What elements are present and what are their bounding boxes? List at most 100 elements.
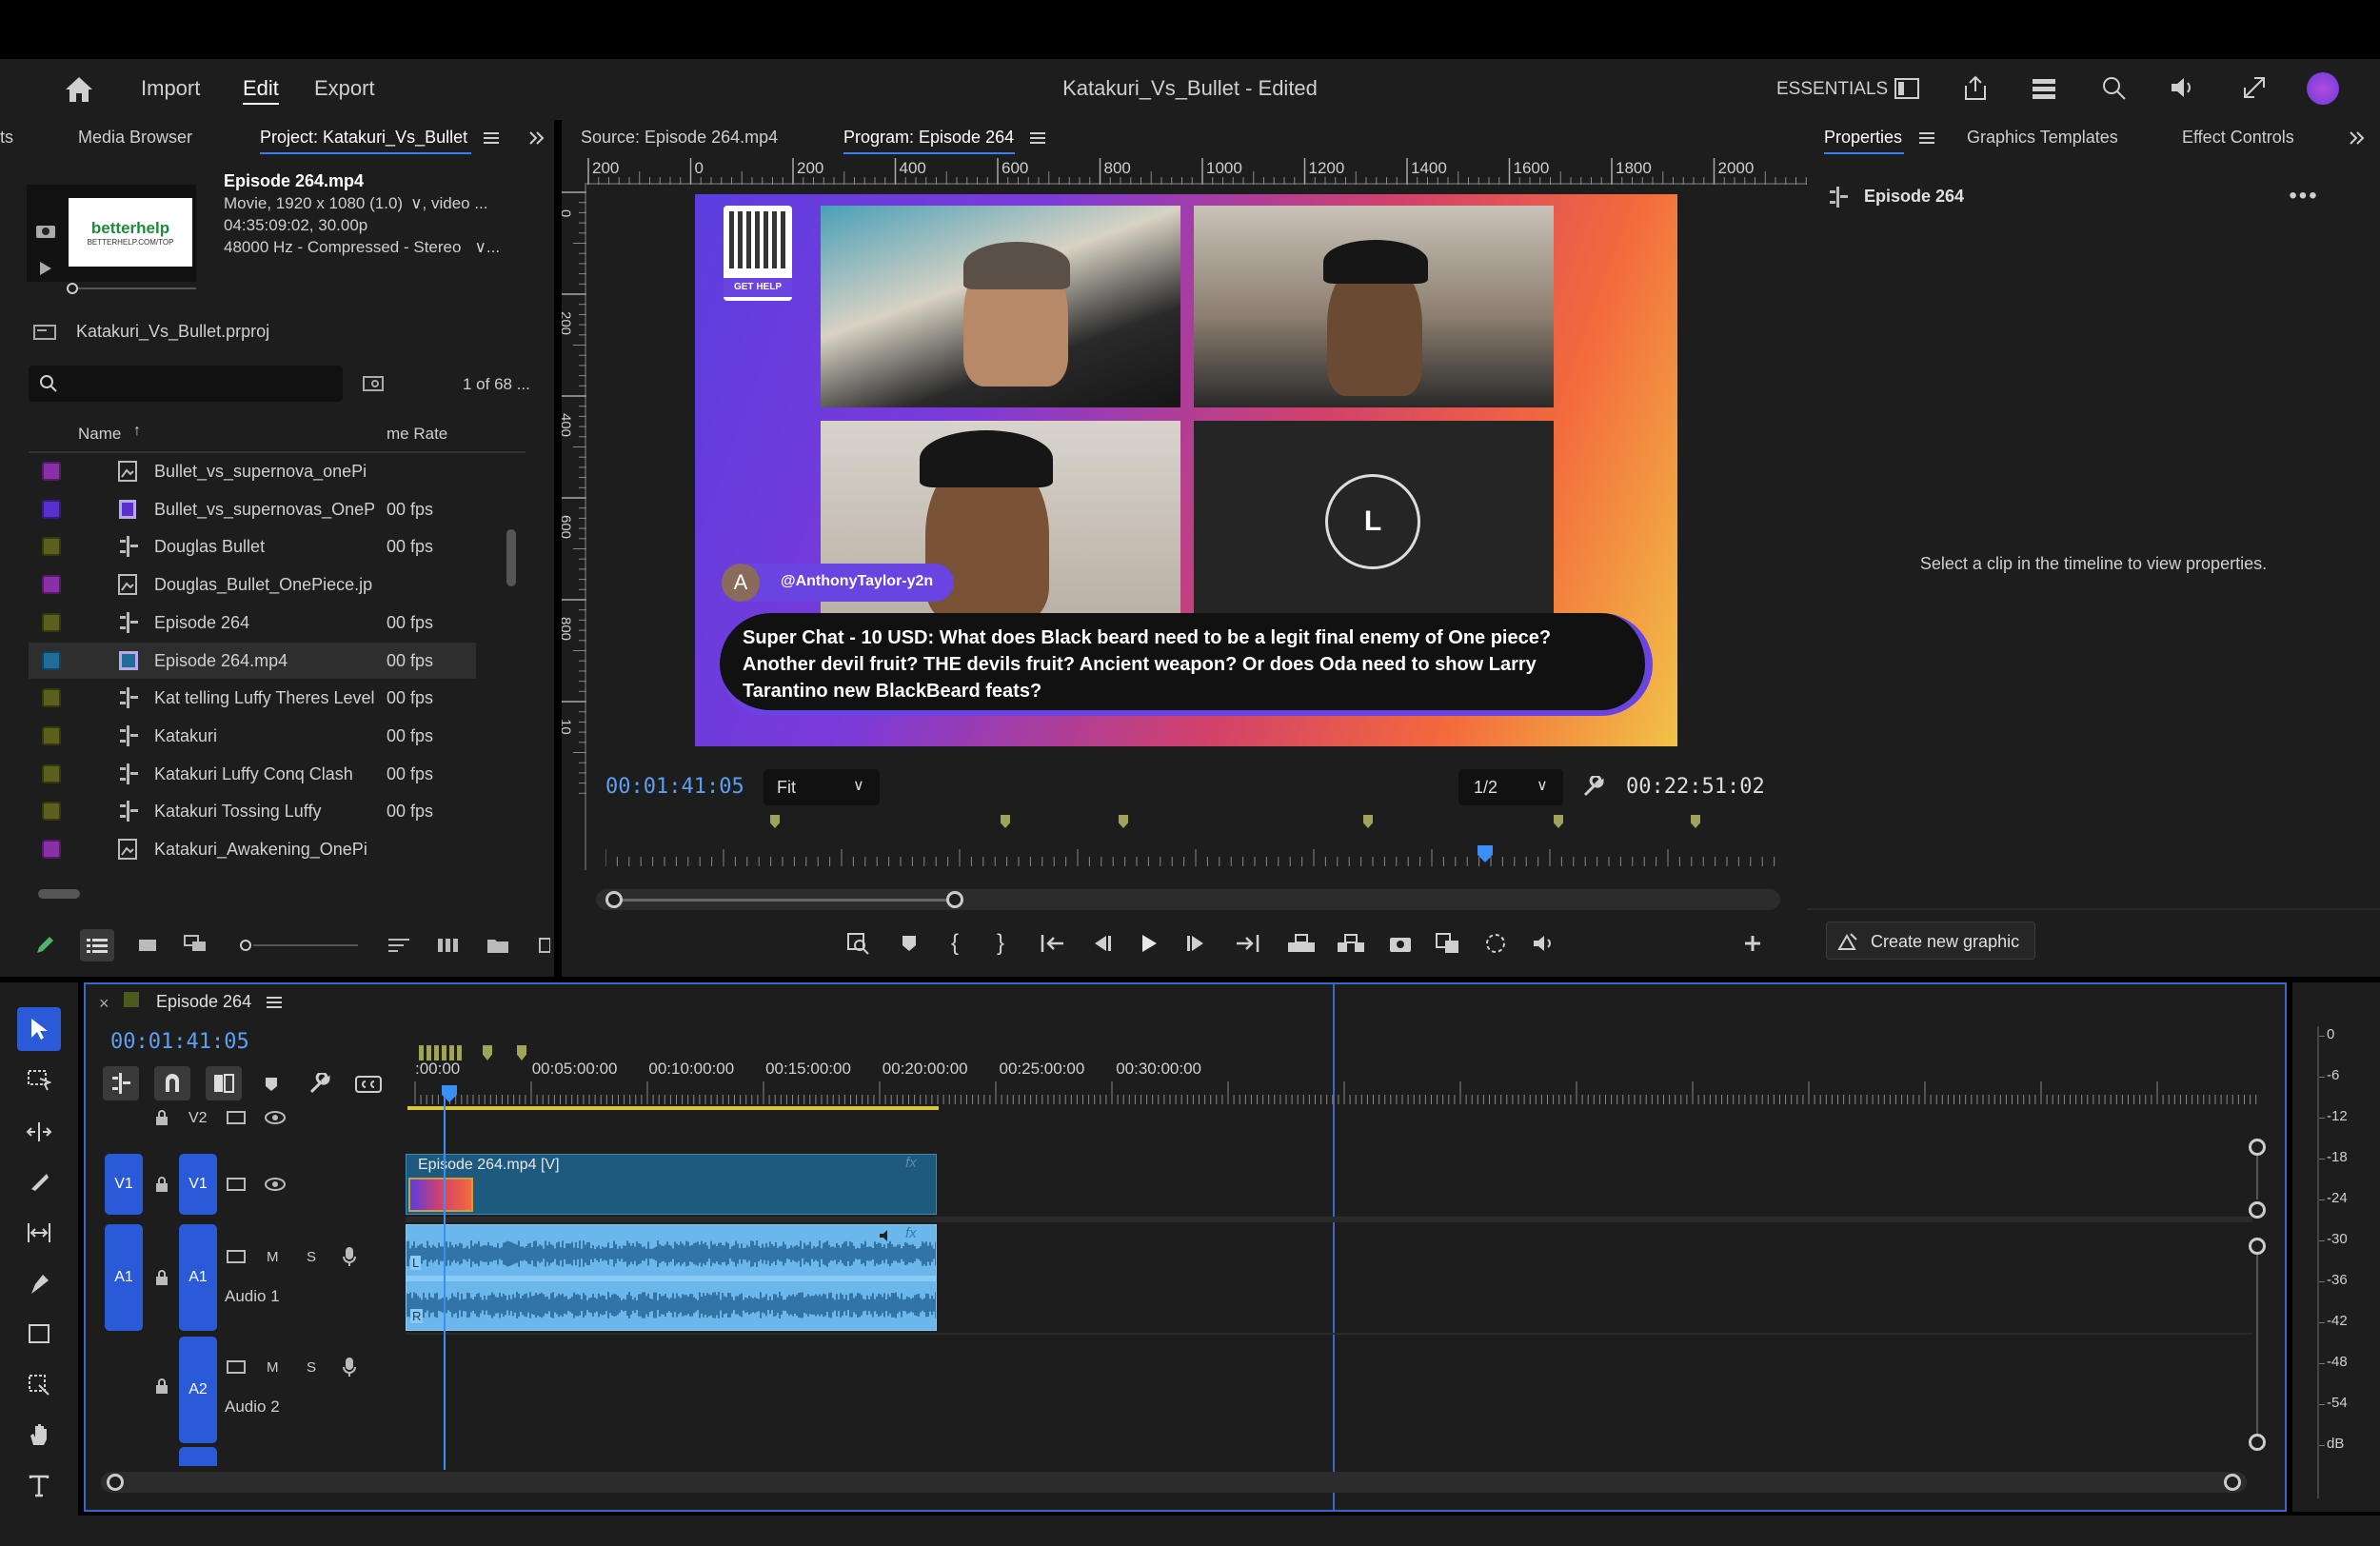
marker[interactable] (1001, 815, 1010, 828)
label-color-swatch[interactable] (42, 688, 61, 708)
resolution-select[interactable]: 1/2 ∨ (1458, 769, 1563, 805)
wrench-icon[interactable] (1578, 773, 1607, 802)
timeline-tab[interactable]: Episode 264 (156, 992, 251, 1012)
label-color-swatch[interactable] (42, 840, 61, 859)
source-patch-v1[interactable]: V1 (105, 1154, 143, 1215)
project-item[interactable]: Katakuri Tossing Luffy 00 fps (29, 793, 476, 829)
track-target-a2[interactable]: A2 (179, 1337, 217, 1443)
list-scrollbar[interactable] (506, 529, 516, 586)
tab-effect-controls[interactable]: Effect Controls (2182, 128, 2294, 148)
lock-icon[interactable] (150, 1175, 173, 1194)
tab-media-browser[interactable]: Media Browser (78, 128, 192, 148)
zoom-handle-left[interactable] (605, 891, 623, 908)
column-name[interactable]: Name (78, 425, 121, 444)
pencil-icon[interactable] (30, 931, 59, 960)
ripple-edit-tool-icon[interactable] (17, 1110, 61, 1154)
mute-a1[interactable]: M (267, 1249, 279, 1265)
label-color-swatch[interactable] (42, 575, 61, 595)
play-thumb-icon[interactable] (36, 259, 55, 278)
project-item[interactable]: Douglas_Bullet_OnePiece.jp (29, 566, 476, 603)
thumb-scrubber[interactable] (67, 287, 196, 289)
tab-program[interactable]: Program: Episode 264 (843, 128, 1014, 148)
zoom-slider[interactable] (253, 944, 358, 946)
track-target-v1[interactable]: V1 (179, 1154, 217, 1215)
panel-menu-icon[interactable] (1028, 129, 1047, 147)
label-color-swatch[interactable] (42, 537, 61, 557)
track-label-v2[interactable]: V2 (188, 1110, 208, 1127)
captions-icon[interactable] (352, 1070, 385, 1099)
audio-clip[interactable]: L R fx (406, 1224, 937, 1331)
share-icon[interactable] (1961, 72, 1990, 103)
video-frame[interactable]: GET HELP L A @AnthonyTaylor-y2n Super Ch… (695, 194, 1677, 746)
freeform-view-icon[interactable] (181, 931, 213, 960)
project-item[interactable]: Douglas Bullet 00 fps (29, 528, 476, 565)
snap-icon[interactable] (154, 1066, 190, 1100)
wrench-icon[interactable] (305, 1070, 333, 1099)
video-clip[interactable]: Episode 264.mp4 [V] fx (406, 1154, 937, 1215)
slip-tool-icon[interactable] (17, 1211, 61, 1255)
v-scroll-handle-top[interactable] (2249, 1139, 2266, 1156)
project-item[interactable]: Bullet_vs_supernova_onePi (29, 453, 476, 489)
label-color-swatch[interactable] (42, 802, 61, 822)
sync-lock-icon[interactable] (225, 1358, 248, 1377)
marker[interactable] (1119, 815, 1128, 828)
quick-export-icon[interactable] (2030, 74, 2058, 103)
microphone-icon[interactable] (339, 1245, 360, 1268)
marker[interactable] (1363, 815, 1373, 828)
go-to-in-icon[interactable] (1038, 929, 1070, 958)
marker[interactable] (770, 815, 780, 828)
panel-expand-icon[interactable] (526, 128, 546, 149)
mini-timeline[interactable] (605, 847, 1782, 868)
clip-thumbnail[interactable]: betterhelp BETTERHELP.COM/TOP (27, 185, 196, 282)
timeline-zoom-right-handle[interactable] (2224, 1474, 2241, 1491)
zoom-handle-right[interactable] (946, 891, 963, 908)
tab-properties[interactable]: Properties (1824, 128, 1902, 148)
thumb-scrubber-handle[interactable] (67, 283, 78, 294)
panel-menu-icon[interactable] (1917, 129, 1936, 147)
panel-expand-icon[interactable] (2346, 128, 2367, 149)
volume-icon[interactable] (2167, 72, 2205, 103)
h-scrollbar[interactable] (38, 889, 80, 899)
solo-a1[interactable]: S (307, 1249, 316, 1265)
automate-sequence-icon[interactable] (434, 931, 463, 960)
mark-out-icon[interactable]: } (986, 929, 1015, 958)
source-patch-a1[interactable]: A1 (105, 1224, 143, 1331)
export-frame-icon[interactable] (1386, 929, 1415, 958)
workspace-label[interactable]: ESSENTIALS (1776, 79, 1888, 100)
track-target-a1[interactable]: A1 (179, 1224, 217, 1331)
timeline-zoom-left-handle[interactable] (107, 1474, 124, 1491)
track-target-a3-partial[interactable] (179, 1447, 217, 1466)
timeline-zoom-bar[interactable] (101, 1472, 2247, 1493)
create-graphic-button[interactable]: Create new graphic (1826, 922, 2035, 960)
eye-icon[interactable] (263, 1108, 288, 1127)
column-frame-rate[interactable]: me Rate (387, 425, 447, 444)
program-timecode[interactable]: 00:01:41:05 (605, 775, 744, 799)
zoom-bar[interactable] (596, 889, 1780, 910)
transform-tool-icon[interactable] (17, 1363, 61, 1407)
tab-graphics-templates[interactable]: Graphics Templates (1967, 128, 2118, 148)
mark-in-icon[interactable]: { (941, 929, 969, 958)
comparison-view-icon[interactable] (1434, 929, 1462, 958)
more-options-icon[interactable]: ••• (2289, 183, 2319, 208)
lock-icon[interactable] (150, 1108, 173, 1127)
v-scroll-handle-bottom[interactable] (2249, 1201, 2266, 1219)
go-to-out-icon[interactable] (1230, 929, 1262, 958)
extract-icon[interactable] (1335, 929, 1367, 958)
panel-menu-icon[interactable] (482, 129, 501, 147)
microphone-icon[interactable] (339, 1356, 360, 1378)
project-item[interactable]: Episode 264.mp4 00 fps (29, 642, 476, 679)
sync-lock-icon[interactable] (225, 1247, 248, 1266)
selection-tool-icon[interactable] (17, 1007, 61, 1051)
v-scroll-track[interactable] (2256, 1156, 2258, 1199)
sync-lock-icon[interactable] (225, 1175, 248, 1194)
step-forward-icon[interactable] (1182, 929, 1211, 958)
rectangle-tool-icon[interactable] (17, 1312, 61, 1356)
project-item[interactable]: Katakuri_Awakening_OnePi (29, 831, 476, 867)
tab-project[interactable]: Project: Katakuri_Vs_Bullet (260, 128, 467, 148)
volume-icon[interactable] (1529, 929, 1561, 958)
tab-source[interactable]: Source: Episode 264.mp4 (581, 128, 778, 148)
a-scroll-track[interactable] (2256, 1255, 2258, 1436)
label-color-swatch[interactable] (42, 650, 61, 670)
marker[interactable] (1691, 815, 1700, 828)
icon-view-icon[interactable] (133, 931, 162, 960)
